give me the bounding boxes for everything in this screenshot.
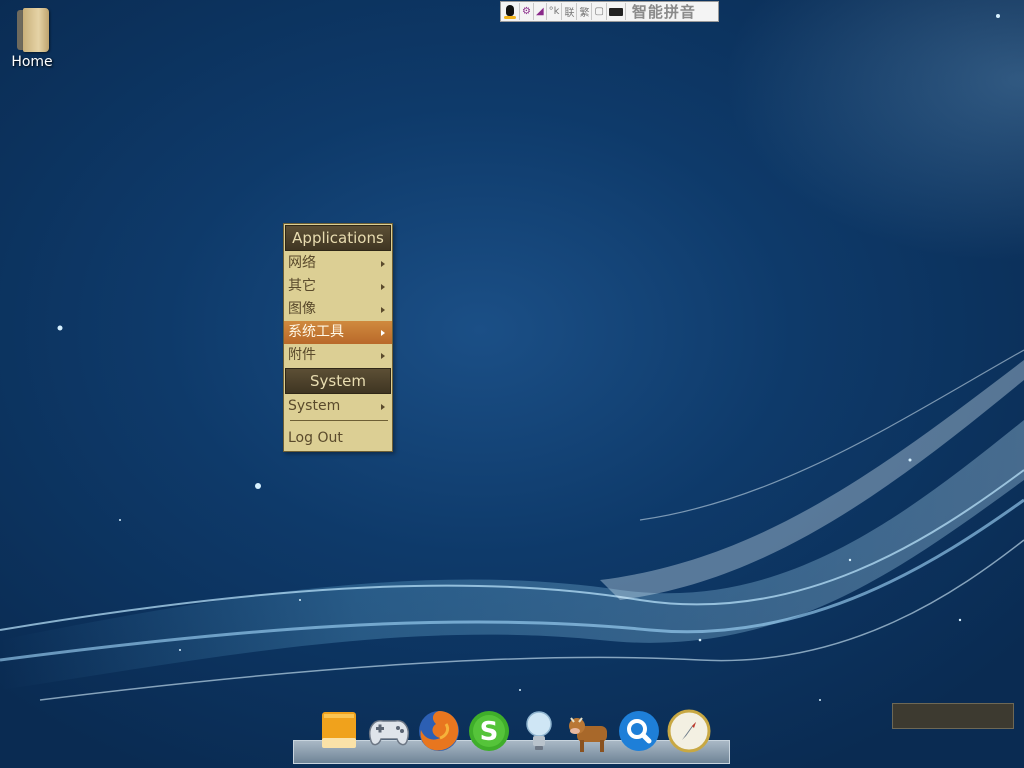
submenu-arrow-icon	[381, 404, 385, 410]
menu-item-system[interactable]: System	[284, 395, 392, 418]
folder-icon	[15, 8, 49, 52]
gamepad-icon[interactable]	[364, 706, 414, 756]
menu-item-network[interactable]: 网络	[284, 252, 392, 275]
ime-toolbar: ⚙ ◢ °k 联 繁 ▢ 智能拼音	[500, 1, 719, 22]
lightbulb-icon[interactable]	[514, 706, 564, 756]
submenu-arrow-icon	[381, 261, 385, 267]
submenu-arrow-icon	[381, 307, 385, 313]
menu-separator	[290, 420, 388, 421]
menu-item-label: Log Out	[288, 430, 343, 446]
menu-item-label: 附件	[288, 347, 316, 363]
keyboard-icon[interactable]	[607, 3, 626, 20]
association-icon[interactable]: 联	[562, 3, 578, 20]
menu-item-other[interactable]: 其它	[284, 275, 392, 298]
submenu-arrow-icon	[381, 330, 385, 336]
home-desktop-icon[interactable]: Home	[4, 8, 60, 70]
lock-icon[interactable]: ▢	[592, 3, 607, 20]
settings-icon[interactable]: ⚙	[520, 3, 534, 20]
cow-icon[interactable]	[564, 706, 614, 756]
menu-item-label: 其它	[288, 278, 316, 294]
compass-icon[interactable]	[664, 706, 714, 756]
skype-icon[interactable]: S	[464, 706, 514, 756]
menu-item-label: 系统工具	[288, 324, 344, 340]
ime-name: 智能拼音	[631, 3, 696, 21]
submenu-arrow-icon	[381, 284, 385, 290]
punctuation-icon[interactable]: °k	[547, 3, 563, 20]
menu-item-label: System	[288, 398, 341, 414]
hidden-panel-widget[interactable]	[892, 703, 1014, 729]
tux-icon[interactable]	[501, 3, 520, 20]
submenu-arrow-icon	[381, 353, 385, 359]
skin-icon[interactable]: ◢	[534, 3, 547, 20]
home-label: Home	[11, 54, 53, 70]
applications-header: Applications	[285, 225, 391, 251]
dock: S	[314, 706, 714, 760]
traditional-icon[interactable]: 繁	[577, 3, 593, 20]
menu-item-graphics[interactable]: 图像	[284, 298, 392, 321]
desktop-wallpaper	[0, 14, 1024, 701]
harddrive-icon[interactable]	[314, 706, 364, 756]
menu-item-logout[interactable]: Log Out	[284, 425, 392, 451]
menu-item-label: 网络	[288, 255, 316, 271]
menu-item-system-tools[interactable]: 系统工具	[284, 321, 392, 344]
system-header: System	[285, 368, 391, 394]
applications-menu: Applications 网络 其它 图像 系统工具 附件 System Sys…	[283, 223, 393, 452]
firefox-icon[interactable]	[414, 706, 464, 756]
menu-item-label: 图像	[288, 301, 316, 317]
menu-item-accessories[interactable]: 附件	[284, 344, 392, 367]
svg-text:S: S	[480, 717, 499, 747]
search-icon[interactable]	[614, 706, 664, 756]
